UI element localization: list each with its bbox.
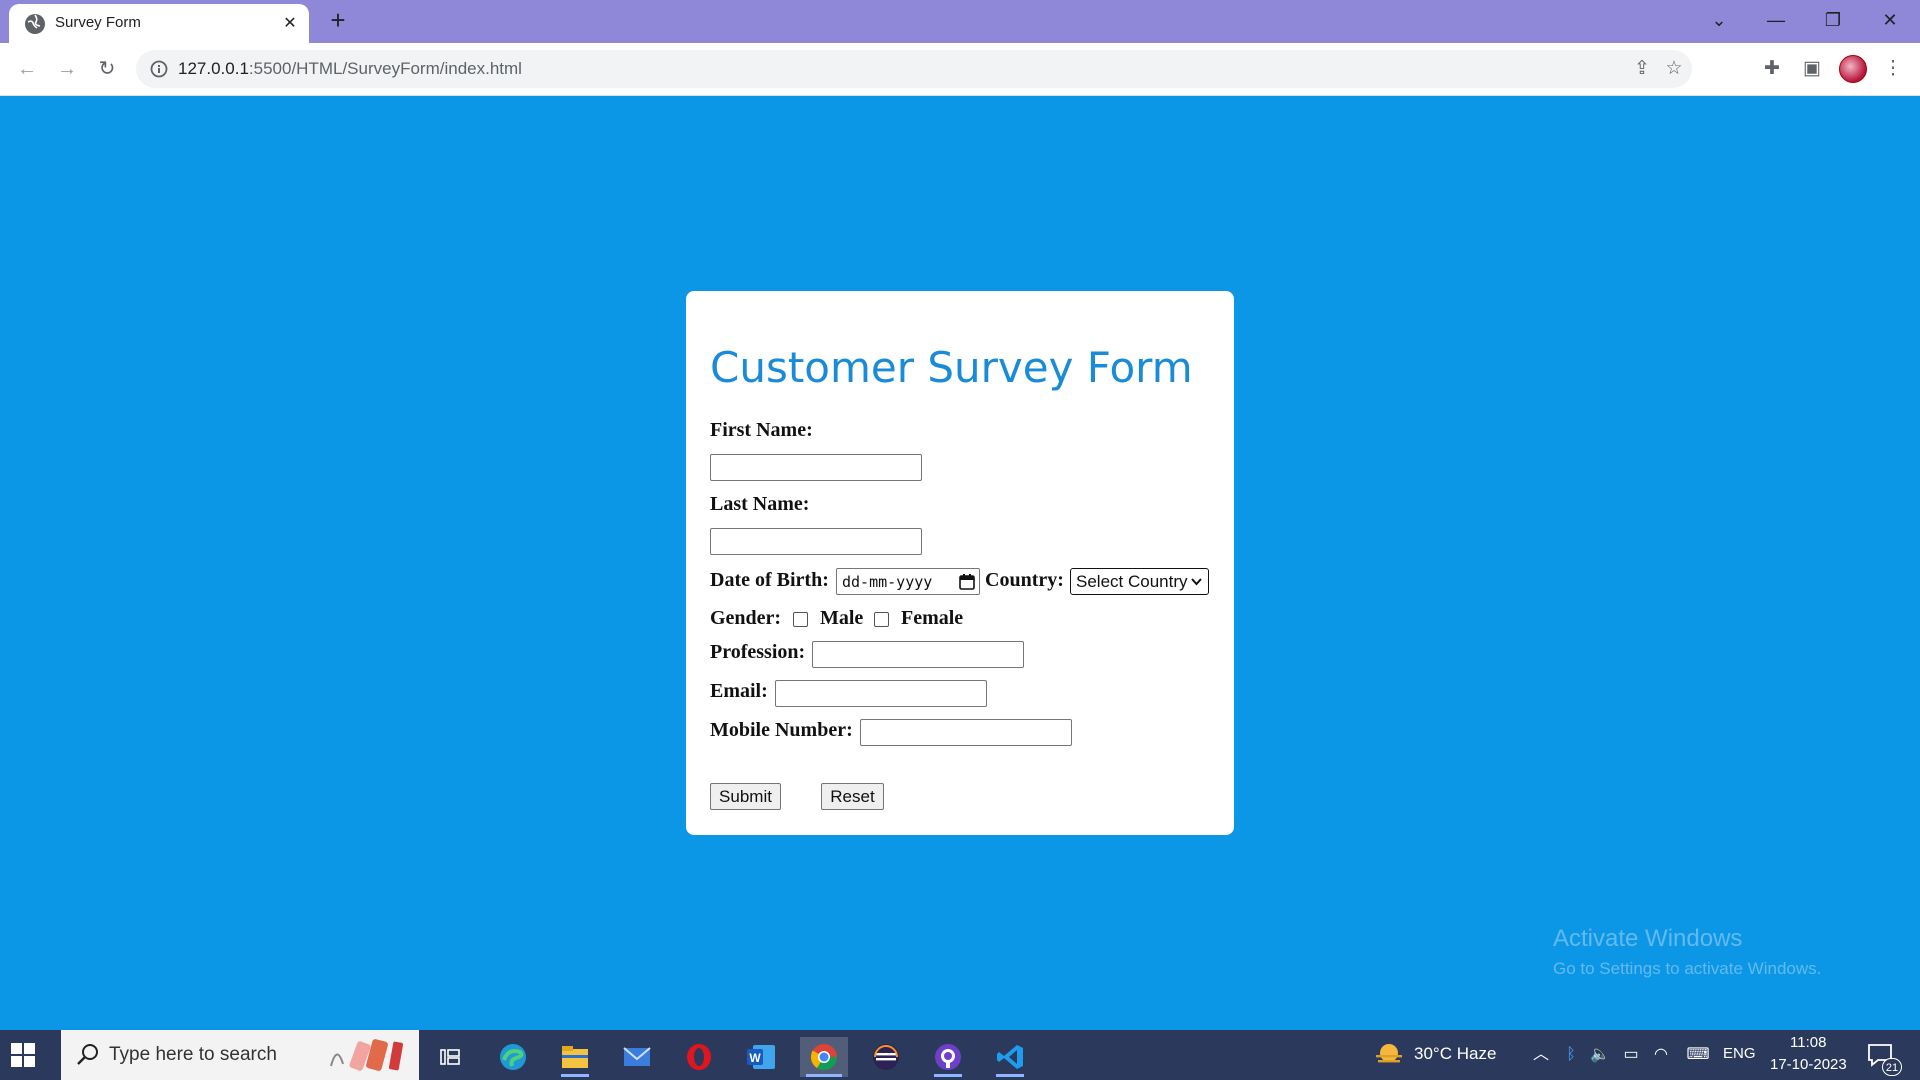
submit-button[interactable]: Submit [710,783,781,810]
browser-tab[interactable]: Survey Form ✕ [9,4,309,43]
gender-female-label: Female [901,607,964,629]
gender-label: Gender: [710,607,782,629]
info-icon[interactable] [149,59,169,79]
windows-taskbar: Type here to search W 30°C Haze ︿ ᛒ 🔈 ▭ … [0,1030,1920,1080]
calendar-icon[interactable] [959,573,975,590]
survey-form-card: Customer Survey Form First Name: Last Na… [686,291,1234,835]
vscode-running-indicator [996,1074,1024,1077]
country-label: Country: [985,569,1064,591]
mobile-number-input[interactable] [860,719,1072,746]
search-icon [77,1044,98,1065]
vscode-icon[interactable] [990,1037,1030,1077]
edge-browser-icon[interactable] [493,1037,533,1077]
tab-close-icon[interactable]: ✕ [279,13,301,35]
bluetooth-icon[interactable]: ᛒ [1561,1045,1581,1065]
browser-tabstrip: Survey Form ✕ + ⌄ — ❐ ✕ [0,0,1920,43]
word-icon[interactable]: W [741,1037,781,1077]
dob-date-input[interactable]: dd-mm-yyyy [836,568,980,595]
dob-placeholder: dd-mm-yyyy [842,573,933,591]
back-icon[interactable]: ← [12,54,42,84]
share-icon[interactable]: ⇪ [1630,57,1654,81]
input-language[interactable]: ENG [1723,1045,1756,1062]
opera-browser-icon[interactable] [679,1037,719,1077]
country-select[interactable]: Select Country [1070,568,1209,595]
profession-input[interactable] [812,641,1024,668]
first-name-input[interactable] [710,454,922,481]
github-running-indicator [934,1074,962,1077]
tab-search-icon[interactable]: ⌄ [1696,4,1742,36]
keyboard-icon[interactable]: ⌨ [1683,1045,1713,1065]
mobile-number-label: Mobile Number: [710,719,853,741]
tab-title: Survey Form [55,14,141,31]
windows-start-icon[interactable] [11,1043,35,1067]
side-panel-icon[interactable]: ▣ [1799,56,1825,82]
clock-date[interactable]: 17-10-2023 [1770,1056,1847,1073]
url-host: 127.0.0.1 [178,59,249,78]
svg-text:W: W [749,1051,761,1065]
mail-icon[interactable] [617,1037,657,1077]
gender-male-checkbox[interactable] [793,612,808,627]
file-explorer-icon[interactable] [555,1037,595,1077]
email-input[interactable] [775,680,987,707]
activate-windows-watermark: Activate Windows [1553,925,1743,952]
page-title: Customer Survey Form [710,343,1193,392]
volume-icon[interactable]: 🔈 [1590,1045,1610,1065]
email-label: Email: [710,680,768,702]
chevron-down-icon [1191,578,1202,586]
address-bar[interactable]: 127.0.0.1:5500/HTML/SurveyForm/index.htm… [136,50,1692,88]
weather-text[interactable]: 30°C Haze [1414,1044,1496,1064]
browser-toolbar: ← → ↻ 127.0.0.1:5500/HTML/SurveyForm/ind… [0,43,1920,96]
file-explorer-running-indicator [561,1074,589,1077]
clock-time[interactable]: 11:08 [1790,1034,1826,1051]
tray-overflow-chevron-icon[interactable]: ︿ [1531,1045,1551,1065]
battery-icon[interactable]: ▭ [1621,1045,1641,1065]
search-highlight-art-icon [330,1039,404,1071]
gender-male-label: Male [820,607,864,629]
task-view-icon[interactable] [430,1037,470,1077]
url-path: :5500/HTML/SurveyForm/index.html [248,59,522,78]
last-name-label: Last Name: [710,493,810,515]
eclipse-ide-icon[interactable] [866,1037,906,1077]
search-placeholder: Type here to search [109,1044,277,1065]
profile-avatar[interactable] [1839,55,1867,83]
reset-button[interactable]: Reset [821,783,884,810]
dob-label: Date of Birth: [710,569,829,591]
close-window-button[interactable]: ✕ [1867,4,1913,36]
notification-count-badge: 21 [1882,1058,1902,1076]
forward-icon[interactable]: → [52,54,82,84]
url-text: 127.0.0.1:5500/HTML/SurveyForm/index.htm… [178,59,522,79]
new-tab-button[interactable]: + [324,6,352,34]
globe-icon [25,14,45,34]
extensions-icon[interactable]: ✚ [1759,56,1785,82]
restore-button[interactable]: ❐ [1810,4,1856,36]
chrome-browser-icon[interactable] [800,1037,848,1077]
bookmark-star-icon[interactable]: ☆ [1662,57,1686,81]
activate-windows-hint: Go to Settings to activate Windows. [1553,959,1822,978]
menu-kebab-icon[interactable]: ⋮ [1880,56,1906,82]
first-name-label: First Name: [710,419,813,441]
chrome-running-indicator [806,1074,842,1077]
minimize-button[interactable]: — [1753,4,1799,36]
profession-label: Profession: [710,641,806,663]
country-selected-value: Select Country [1076,572,1188,591]
github-desktop-icon[interactable] [928,1037,968,1077]
gender-female-checkbox[interactable] [874,612,889,627]
taskbar-search-box[interactable]: Type here to search [61,1030,419,1080]
last-name-input[interactable] [710,528,922,555]
weather-haze-icon [1376,1044,1402,1063]
reload-icon[interactable]: ↻ [92,54,122,84]
wifi-icon[interactable]: ◠ [1651,1045,1671,1065]
